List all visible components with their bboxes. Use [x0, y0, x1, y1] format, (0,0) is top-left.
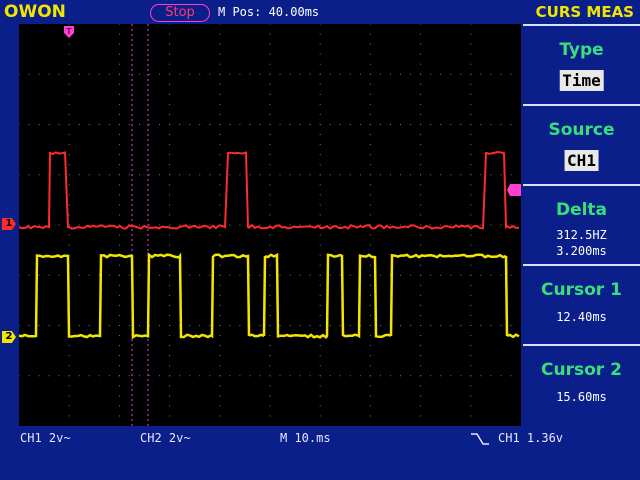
menu-title: CURS MEAS — [536, 3, 634, 21]
type-label: Type — [523, 40, 640, 60]
cursor2-label: Cursor 2 — [523, 360, 640, 380]
cursor2-value: 15.60ms — [523, 390, 640, 404]
run-status-badge[interactable]: Stop — [150, 4, 210, 22]
cursor1-label: Cursor 1 — [523, 280, 640, 300]
ch1-level-marker[interactable]: 1 — [2, 218, 16, 230]
source-value: CH1 — [564, 150, 599, 171]
falling-edge-icon — [470, 433, 490, 445]
ch2-level-marker[interactable]: 2 — [2, 331, 16, 343]
trigger-position-marker[interactable]: T — [64, 26, 74, 38]
horizontal-position: M Pos: 40.00ms — [218, 5, 319, 19]
delta-frequency: 312.5HZ — [523, 228, 640, 242]
delta-label: Delta — [523, 200, 640, 220]
ch2-waveform — [19, 255, 519, 338]
ch1-scale: CH1 2v~ — [20, 431, 71, 445]
ch2-scale: CH2 2v~ — [140, 431, 191, 445]
waveform-display[interactable]: T — [19, 24, 521, 426]
delta-time: 3.200ms — [523, 244, 640, 258]
menu-delta: Delta 312.5HZ 3.200ms — [523, 184, 640, 264]
menu-type[interactable]: Type Time — [523, 24, 640, 104]
cursor1-value: 12.40ms — [523, 310, 640, 324]
type-value: Time — [559, 70, 604, 91]
cursor-measure-menu: Type Time Source CH1 Delta 312.5HZ 3.200… — [523, 24, 640, 426]
graticule — [19, 24, 511, 416]
brand-logo: OWON — [4, 2, 66, 22]
trigger-info: CH1 1.36v — [498, 431, 563, 445]
timebase: M 10.ms — [280, 431, 331, 445]
waveform-canvas: T — [19, 24, 521, 426]
status-bar: CH1 2v~ CH2 2v~ M 10.ms CH1 1.36v — [0, 428, 640, 450]
menu-cursor-1[interactable]: Cursor 1 12.40ms — [523, 264, 640, 344]
trigger-level-marker[interactable] — [507, 184, 521, 196]
top-bar: OWON Stop M Pos: 40.00ms CURS MEAS — [0, 0, 640, 24]
menu-cursor-2[interactable]: Cursor 2 15.60ms — [523, 344, 640, 424]
source-label: Source — [523, 120, 640, 140]
svg-text:T: T — [66, 27, 72, 36]
menu-source[interactable]: Source CH1 — [523, 104, 640, 184]
ch1-waveform — [19, 152, 519, 229]
